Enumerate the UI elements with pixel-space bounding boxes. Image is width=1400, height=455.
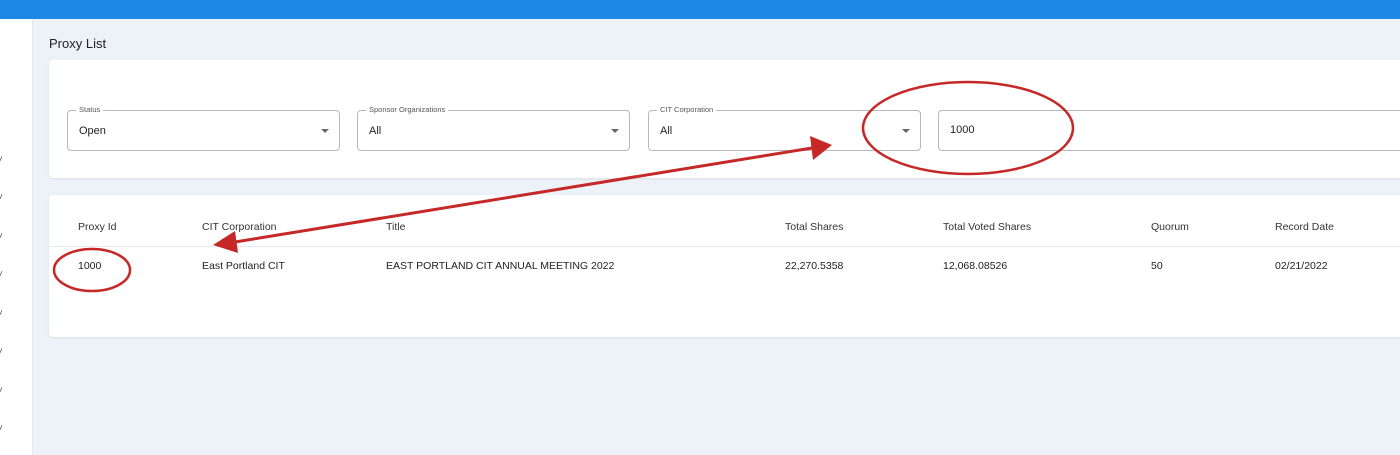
cell-total-shares: 22,270.5358 <box>785 260 844 272</box>
column-header-total-shares[interactable]: Total Shares <box>785 221 843 233</box>
cit-corporation-select-value: All <box>660 125 673 137</box>
chevron-icon[interactable]: ˅ <box>0 386 7 396</box>
page-title: Proxy List <box>49 36 107 51</box>
header-divider <box>49 246 1400 247</box>
dropdown-arrow-icon[interactable] <box>321 129 329 133</box>
cit-corporation-select-label: CIT Corporation <box>657 105 717 115</box>
chevron-icon[interactable]: ˅ <box>0 424 7 434</box>
dropdown-arrow-icon[interactable] <box>611 129 619 133</box>
cell-proxy-id[interactable]: 1000 <box>78 260 101 272</box>
chevron-icon[interactable]: ˅ <box>0 193 7 203</box>
sponsor-organizations-select-value: All <box>369 125 382 137</box>
column-header-total-voted-shares[interactable]: Total Voted Shares <box>943 221 1031 233</box>
status-select-label: Status <box>76 105 104 115</box>
cell-title: EAST PORTLAND CIT ANNUAL MEETING 2022 <box>386 260 615 272</box>
chevron-icon[interactable]: ˅ <box>0 232 7 242</box>
column-header-cit-corporation[interactable]: CIT Corporation <box>202 221 277 233</box>
dropdown-arrow-icon[interactable] <box>902 129 910 133</box>
chevron-icon[interactable]: ˅ <box>0 270 7 280</box>
status-select-value: Open <box>79 125 106 137</box>
chevron-icon[interactable]: ˅ <box>0 155 7 165</box>
search-input-value[interactable]: 1000 <box>950 124 974 136</box>
cit-corporation-select[interactable]: CIT Corporation All <box>648 105 921 151</box>
sponsor-organizations-select-label: Sponsor Organizations <box>366 105 449 115</box>
chevron-icon[interactable]: ˅ <box>0 347 7 357</box>
sidebar: ˅ ˅ ˅ ˅ ˅ ˅ ˅ ˅ <box>0 19 33 455</box>
column-header-record-date[interactable]: Record Date <box>1275 221 1334 233</box>
cell-cit-corporation: East Portland CIT <box>202 260 285 272</box>
cell-total-voted-shares: 12,068.08526 <box>943 260 1008 272</box>
column-header-quorum[interactable]: Quorum <box>1151 221 1189 233</box>
sponsor-organizations-select[interactable]: Sponsor Organizations All <box>357 105 630 151</box>
column-header-title[interactable]: Title <box>386 221 405 233</box>
proxy-table: Proxy Id CIT Corporation Title Total Sha… <box>49 195 1400 337</box>
search-input[interactable]: 1000 <box>938 110 1400 151</box>
column-header-proxy-id[interactable]: Proxy Id <box>78 221 117 233</box>
cell-record-date: 02/21/2022 <box>1275 260 1328 272</box>
chevron-icon[interactable]: ˅ <box>0 309 7 319</box>
filter-panel: Status Open Sponsor Organizations All CI… <box>49 60 1400 178</box>
top-app-bar <box>0 0 1400 19</box>
cell-quorum: 50 <box>1151 260 1163 272</box>
status-select[interactable]: Status Open <box>67 105 340 151</box>
